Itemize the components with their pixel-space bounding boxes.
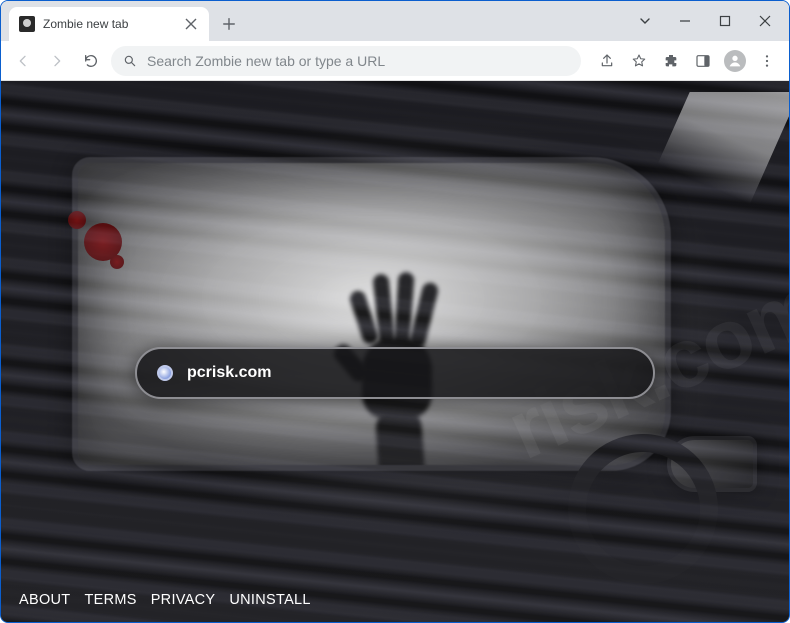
forward-button[interactable] xyxy=(43,47,71,75)
toolbar: Search Zombie new tab or type a URL xyxy=(1,41,789,81)
favicon-icon xyxy=(19,16,35,32)
search-container xyxy=(135,347,655,399)
browser-tab[interactable]: Zombie new tab xyxy=(9,7,209,41)
kebab-menu-icon[interactable] xyxy=(753,47,781,75)
share-icon[interactable] xyxy=(593,47,621,75)
tab-title: Zombie new tab xyxy=(43,17,175,31)
profile-avatar[interactable] xyxy=(721,47,749,75)
window-controls xyxy=(625,1,785,41)
omnibox-placeholder: Search Zombie new tab or type a URL xyxy=(147,53,385,69)
newtab-page: risk.com ABOUT TERMS PRIVACY UNINSTALL xyxy=(1,81,789,622)
footer-uninstall-link[interactable]: UNINSTALL xyxy=(229,592,310,608)
extensions-icon[interactable] xyxy=(657,47,685,75)
maximize-button[interactable] xyxy=(705,6,745,36)
footer-privacy-link[interactable]: PRIVACY xyxy=(151,592,216,608)
chevron-down-icon[interactable] xyxy=(625,6,665,36)
close-window-button[interactable] xyxy=(745,6,785,36)
search-icon xyxy=(123,54,137,68)
address-bar[interactable]: Search Zombie new tab or type a URL xyxy=(111,46,581,76)
search-input[interactable] xyxy=(187,364,633,382)
back-button[interactable] xyxy=(9,47,37,75)
browser-window: Zombie new tab xyxy=(0,0,790,623)
toolbar-actions xyxy=(593,47,781,75)
search-bar[interactable] xyxy=(135,347,655,399)
globe-icon xyxy=(157,365,173,381)
new-tab-button[interactable] xyxy=(215,10,243,38)
tab-strip: Zombie new tab xyxy=(1,1,789,41)
close-tab-button[interactable] xyxy=(183,16,199,32)
blood-splatter-icon xyxy=(64,205,154,285)
reload-button[interactable] xyxy=(77,47,105,75)
footer-links: ABOUT TERMS PRIVACY UNINSTALL xyxy=(19,592,311,608)
footer-about-link[interactable]: ABOUT xyxy=(19,592,70,608)
sidepanel-icon[interactable] xyxy=(689,47,717,75)
minimize-button[interactable] xyxy=(665,6,705,36)
bookmark-star-icon[interactable] xyxy=(625,47,653,75)
footer-terms-link[interactable]: TERMS xyxy=(84,592,136,608)
